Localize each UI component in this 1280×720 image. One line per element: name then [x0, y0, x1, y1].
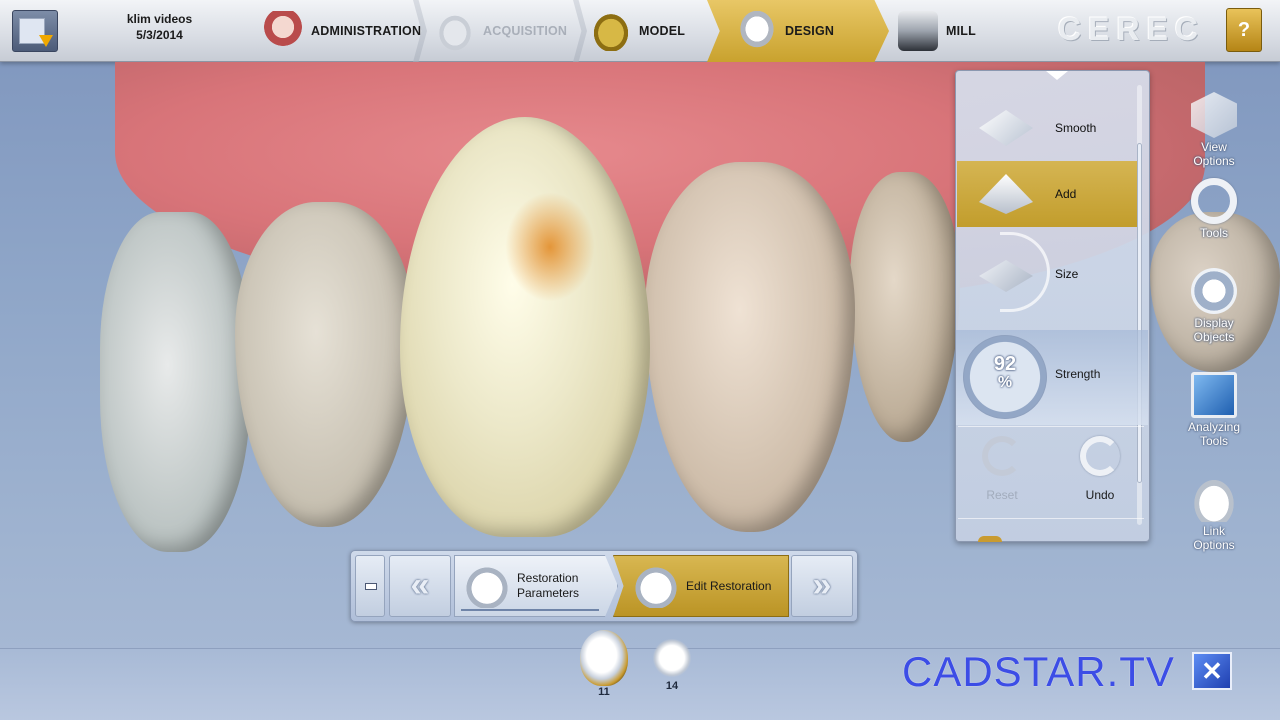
display-objects-label-1: Display	[1194, 316, 1234, 330]
overview-icon	[365, 583, 377, 590]
link-options-label-1: Link	[1202, 524, 1225, 538]
step-label: Edit Restoration	[686, 578, 772, 593]
restoration-tooth-11[interactable]: 11	[576, 630, 632, 698]
edit-restoration-icon	[632, 564, 680, 608]
tooth-model	[850, 172, 960, 442]
phase-acquisition: ACQUISITION	[435, 0, 567, 62]
dentures-icon	[263, 11, 303, 51]
display-objects-button[interactable]: Display Objects	[1178, 268, 1250, 344]
phase-design[interactable]: DESIGN	[707, 0, 889, 62]
reset-label: Reset	[986, 488, 1018, 502]
tool-label: Smooth	[1055, 121, 1097, 135]
step-overview-button[interactable]	[355, 555, 385, 617]
restoration-parameters-icon	[463, 564, 511, 608]
contact-indicator	[505, 192, 595, 302]
link-options-label-2: Options	[1193, 538, 1235, 552]
divider	[958, 518, 1144, 519]
tool-smooth[interactable]: Smooth	[957, 95, 1137, 161]
add-material-icon	[979, 174, 1033, 214]
scan-icon	[435, 11, 475, 51]
tool-label: Add	[1055, 187, 1077, 201]
top-bar: klim videos 5/3/2014 ADMINISTRATION ACQU…	[0, 0, 1280, 62]
cadstar-logo-icon: ✕	[1192, 652, 1232, 690]
phase-label: ADMINISTRATION	[311, 24, 422, 38]
phase-model[interactable]: MODEL	[591, 0, 685, 62]
tools-label: Tools	[1199, 226, 1228, 240]
phase-label: ACQUISITION	[483, 24, 568, 38]
crown-thumbnail-icon	[580, 630, 628, 686]
strength-value: 92	[993, 353, 1017, 375]
tooth-model	[100, 212, 250, 552]
display-objects-icon	[1191, 268, 1237, 314]
help-button[interactable]: ?	[1226, 8, 1262, 52]
tooth-model	[235, 202, 415, 527]
link-options-button[interactable]: Link Options	[1178, 476, 1250, 552]
step-navigator: « Restoration Parameters Edit Restoratio…	[350, 550, 858, 622]
undo-icon	[1080, 436, 1120, 476]
step-progress-line	[461, 609, 599, 611]
cube-icon	[1191, 92, 1237, 138]
tooth-number: 14	[665, 680, 679, 692]
phase-label: MODEL	[639, 24, 686, 38]
view-options-label-1: View	[1201, 140, 1227, 154]
phase-mill[interactable]: MILL	[898, 0, 976, 62]
patient-info: klim videos 5/3/2014	[92, 11, 227, 43]
crown-thumbnail-icon	[650, 636, 694, 680]
strength-dial[interactable]: 92 %	[963, 335, 1047, 419]
phase-label: MILL	[946, 24, 976, 38]
mill-icon	[898, 11, 938, 51]
step-label-line1: Restoration	[517, 571, 579, 585]
divider	[958, 426, 1144, 427]
step-label: Restoration Parameters	[517, 571, 579, 601]
tool-label: Size	[1055, 267, 1079, 281]
view-options-button[interactable]: View Options	[1178, 92, 1250, 168]
phase-label: DESIGN	[785, 24, 835, 38]
step-restoration-parameters[interactable]: Restoration Parameters	[454, 555, 618, 617]
phase-bar: ADMINISTRATION ACQUISITION MODEL DESIGN	[255, 0, 895, 62]
crown-icon	[737, 11, 777, 51]
analyzing-label-1: Analyzing	[1187, 420, 1241, 434]
display-objects-label-2: Objects	[1193, 330, 1235, 344]
previous-step-button[interactable]: «	[389, 555, 451, 617]
reset-button: Reset	[962, 432, 1042, 516]
more-tools-icon[interactable]	[978, 536, 1002, 542]
step-label-line2: Parameters	[517, 586, 580, 600]
undo-label: Undo	[1085, 488, 1115, 502]
next-step-button[interactable]: »	[791, 555, 853, 617]
tools-button[interactable]: Tools	[1178, 178, 1250, 240]
tooth-number: 11	[598, 686, 610, 698]
analyzing-tools-button[interactable]: Analyzing Tools	[1178, 372, 1250, 448]
tooth-model	[645, 162, 855, 532]
tool-add[interactable]: Add	[957, 161, 1137, 227]
patient-folder-icon[interactable]	[12, 10, 58, 52]
link-teeth-icon	[1191, 476, 1237, 522]
view-options-label-2: Options	[1193, 154, 1235, 168]
cerec-logo: CEREC	[1058, 11, 1206, 47]
cadstar-watermark: CADSTAR.TV	[902, 648, 1175, 695]
restoration-tooth-14[interactable]: 14	[644, 636, 700, 692]
reset-icon	[982, 436, 1022, 476]
analyzing-label-2: Tools	[1199, 434, 1228, 448]
strength-unit: %	[997, 374, 1013, 391]
phase-administration[interactable]: ADMINISTRATION	[263, 0, 421, 62]
analyzing-icon	[1191, 372, 1237, 418]
phase-separator	[573, 0, 587, 62]
download-arrow-icon	[39, 35, 53, 47]
patient-name: klim videos	[126, 12, 193, 26]
scroll-up-icon[interactable]	[1046, 71, 1068, 80]
patient-date: 5/3/2014	[136, 28, 183, 42]
step-edit-restoration[interactable]: Edit Restoration	[613, 555, 789, 617]
smooth-icon	[979, 110, 1033, 146]
model-icon	[591, 11, 631, 51]
undo-button[interactable]: Undo	[1060, 432, 1140, 516]
strength-label: Strength	[1055, 367, 1101, 381]
tools-ring-icon	[1191, 178, 1237, 224]
